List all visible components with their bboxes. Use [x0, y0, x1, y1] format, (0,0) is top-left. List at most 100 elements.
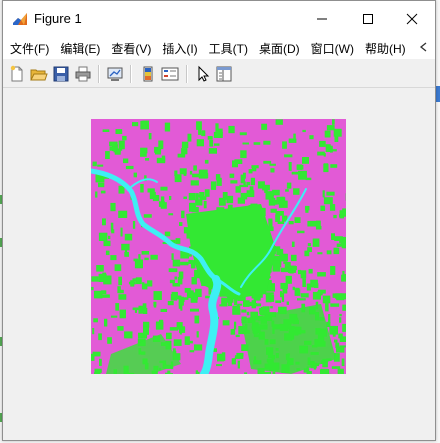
vegetation-patch: [342, 304, 346, 311]
vegetation-patch: [115, 303, 120, 311]
title-bar[interactable]: Figure 1: [3, 1, 435, 37]
vegetation-patch: [286, 182, 292, 189]
vegetation-patch: [298, 170, 307, 180]
close-button[interactable]: [389, 1, 435, 37]
vegetation-patch: [189, 202, 196, 212]
vegetation-patch: [133, 258, 138, 262]
maximize-button[interactable]: [345, 1, 391, 37]
open-file-icon[interactable]: [30, 65, 48, 83]
vegetation-patch: [148, 133, 152, 140]
vegetation-patch: [229, 173, 235, 178]
menu-insert[interactable]: 插入(I): [158, 40, 201, 57]
vegetation-patch: [281, 293, 285, 302]
vegetation-patch: [123, 158, 129, 164]
vegetation-patch: [172, 348, 176, 351]
vegetation-patch: [190, 308, 199, 312]
classified-land-cover-image[interactable]: [91, 119, 346, 374]
toolbar-separator: [186, 65, 188, 83]
vegetation-patch: [232, 160, 238, 168]
vegetation-patch: [334, 339, 338, 343]
vegetation-patch: [208, 148, 217, 154]
vegetation-patch: [193, 165, 197, 171]
vegetation-patch: [145, 158, 150, 161]
menu-view[interactable]: 查看(V): [107, 40, 155, 57]
vegetation-patch: [132, 122, 139, 127]
vegetation-patch: [117, 286, 121, 294]
vegetation-patch: [91, 286, 94, 291]
vegetation-patch: [187, 133, 192, 142]
vegetation-patch: [270, 168, 275, 173]
vegetation-patch: [124, 251, 129, 257]
vegetation-patch: [117, 326, 124, 331]
vegetation-patch: [226, 195, 234, 204]
vegetation-patch: [312, 238, 320, 247]
legend-icon[interactable]: [161, 65, 179, 83]
vegetation-patch: [325, 303, 329, 312]
vegetation-patch: [95, 191, 98, 198]
menu-bar: 文件(F) 编辑(E) 查看(V) 插入(I) 工具(T) 桌面(D) 窗口(W…: [3, 37, 435, 59]
vegetation-patch: [179, 222, 183, 226]
vegetation-patch: [189, 170, 193, 175]
figure-canvas[interactable]: [3, 88, 435, 440]
save-icon[interactable]: [52, 65, 70, 83]
vegetation-patch: [342, 323, 346, 332]
vegetation-patch: [282, 287, 288, 294]
dock-arrow-icon[interactable]: [419, 41, 429, 53]
vegetation-patch: [183, 254, 192, 257]
vegetation-patch: [246, 190, 255, 198]
vegetation-patch: [181, 210, 185, 219]
colorbar-icon[interactable]: [139, 65, 157, 83]
vegetation-patch: [286, 301, 289, 305]
vegetation-patch: [108, 235, 111, 240]
link-plot-icon[interactable]: [106, 65, 124, 83]
vegetation-patch: [118, 276, 122, 286]
vegetation-patch: [317, 290, 323, 296]
vegetation-patch: [113, 148, 121, 153]
vegetation-patch: [243, 300, 250, 307]
vegetation-patch: [164, 122, 171, 132]
vegetation-patch: [251, 165, 259, 169]
menu-window[interactable]: 窗口(W): [307, 40, 358, 57]
vegetation-patch: [191, 277, 197, 285]
vegetation-patch: [109, 146, 113, 151]
vegetation-patch: [132, 307, 139, 311]
vegetation-patch: [177, 276, 183, 285]
menu-file[interactable]: 文件(F): [6, 40, 53, 57]
vegetation-patch: [284, 154, 293, 158]
new-figure-icon[interactable]: [8, 65, 26, 83]
menu-edit[interactable]: 编辑(E): [56, 40, 104, 57]
vegetation-patch: [250, 177, 255, 186]
vegetation-patch: [340, 242, 346, 247]
pointer-icon[interactable]: [194, 65, 212, 83]
vegetation-patch: [218, 197, 226, 206]
menu-tools[interactable]: 工具(T): [205, 40, 252, 57]
vegetation-patch: [98, 232, 108, 241]
menu-help[interactable]: 帮助(H): [361, 40, 410, 57]
minimize-button[interactable]: [299, 1, 345, 37]
vegetation-patch: [235, 186, 241, 193]
vegetation-patch: [279, 253, 288, 262]
menu-desktop[interactable]: 桌面(D): [255, 40, 304, 57]
vegetation-patch: [231, 358, 236, 365]
vegetation-patch: [323, 164, 329, 173]
property-inspector-icon[interactable]: [215, 65, 233, 83]
vegetation-patch: [272, 264, 281, 272]
vegetation-patch: [261, 123, 268, 130]
vegetation-patch: [319, 140, 326, 147]
vegetation-patch: [263, 160, 272, 164]
vegetation-patch: [142, 282, 145, 285]
vegetation-patch: [330, 164, 338, 168]
vegetation-patch: [275, 119, 283, 125]
figure-window[interactable]: Figure 1 文件(F) 编辑(E) 查看(V) 插入(I) 工具(T) 桌…: [2, 0, 436, 441]
vegetation-patch: [288, 269, 293, 273]
vegetation-patch: [236, 352, 244, 357]
vegetation-patch: [189, 350, 195, 353]
print-icon[interactable]: [74, 65, 92, 83]
vegetation-patch: [320, 205, 326, 211]
vegetation-patch: [176, 322, 183, 330]
vegetation-patch: [237, 303, 243, 306]
vegetation-patch: [246, 181, 251, 186]
vegetation-patch: [281, 267, 289, 273]
vegetation-patch: [216, 364, 222, 367]
vegetation-patch: [156, 157, 166, 164]
